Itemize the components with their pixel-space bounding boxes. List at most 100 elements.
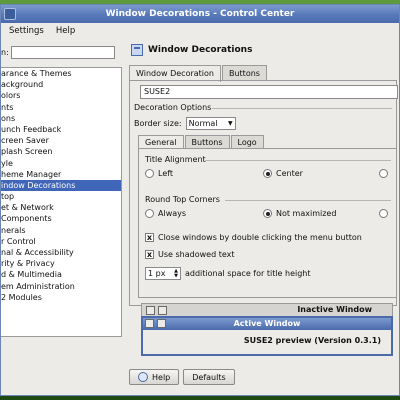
module-item[interactable]: heme Manager bbox=[1, 169, 121, 180]
chevron-down-icon: ▼ bbox=[227, 120, 233, 127]
general-panel: Title Alignment Left Center Round Top Co… bbox=[138, 148, 396, 298]
help-icon bbox=[138, 372, 148, 382]
defaults-button[interactable]: Defaults bbox=[183, 369, 235, 385]
align-left-label: Left bbox=[158, 169, 174, 178]
menubar: Settings Help bbox=[1, 23, 399, 39]
module-item[interactable]: unch Feedback bbox=[1, 124, 121, 135]
module-item[interactable]: rity & Privacy bbox=[1, 258, 121, 269]
subtab-general[interactable]: General bbox=[138, 135, 184, 149]
subtab-buttons[interactable]: Buttons bbox=[184, 135, 230, 149]
menu-help[interactable]: Help bbox=[56, 26, 75, 36]
window-titlebar[interactable]: Window Decorations - Control Center bbox=[1, 5, 399, 23]
module-item[interactable]: nal & Accessibility bbox=[1, 247, 121, 258]
preview-version-text: SUSE2 preview (Version 0.3.1) bbox=[243, 336, 381, 345]
module-title: Window Decorations bbox=[148, 45, 253, 55]
radio-right[interactable] bbox=[379, 169, 388, 178]
module-item[interactable]: plash Screen bbox=[1, 146, 121, 157]
menu-button-icon bbox=[146, 306, 155, 315]
module-item[interactable]: d & Multimedia bbox=[1, 269, 121, 280]
radio-center[interactable] bbox=[263, 169, 272, 178]
tab-panel: SUSE2 Decoration Options Border size: No… bbox=[129, 80, 398, 306]
divider bbox=[225, 200, 391, 201]
border-size-label: Border size: bbox=[134, 119, 182, 128]
corners-not-maximized-option[interactable]: Not maximized bbox=[263, 209, 336, 218]
menu-button-icon bbox=[145, 319, 154, 328]
module-item[interactable]: ackground bbox=[1, 79, 121, 90]
decoration-preview: Inactive Window Active Window SUSE2 prev… bbox=[141, 303, 393, 361]
window-title: Window Decorations - Control Center bbox=[105, 9, 295, 19]
radio-left[interactable] bbox=[145, 169, 154, 178]
close-double-click-row[interactable]: x Close windows by double clicking the m… bbox=[145, 233, 362, 242]
menu-settings[interactable]: Settings bbox=[9, 26, 44, 36]
spin-arrows-icon[interactable]: ▲ ▼ bbox=[174, 268, 178, 279]
minimize-button-icon bbox=[157, 319, 166, 328]
decoration-select[interactable]: SUSE2 bbox=[140, 85, 398, 99]
border-size-value: Normal bbox=[188, 119, 218, 128]
module-item-selected[interactable]: indow Decorations bbox=[1, 179, 121, 192]
divider bbox=[212, 108, 392, 109]
align-center-option[interactable]: Center bbox=[263, 169, 303, 178]
corners-never-option[interactable] bbox=[379, 209, 392, 218]
active-window-title: Active Window bbox=[233, 319, 301, 328]
title-space-spinbox[interactable]: 1 px ▲ ▼ bbox=[145, 267, 181, 280]
module-item[interactable]: et & Network bbox=[1, 202, 121, 213]
search-input[interactable] bbox=[11, 45, 115, 59]
search-label: n: bbox=[1, 47, 9, 57]
control-center-window: Window Decorations - Control Center Sett… bbox=[0, 4, 400, 396]
module-content: Window Decorations Window Decoration But… bbox=[125, 41, 399, 397]
module-item[interactable]: arance & Themes bbox=[1, 68, 121, 79]
radio-not-maximized[interactable] bbox=[263, 209, 272, 218]
corners-always-label: Always bbox=[158, 209, 187, 218]
shadowed-text-label: Use shadowed text bbox=[158, 250, 235, 259]
inactive-window-preview: Inactive Window bbox=[141, 303, 393, 317]
module-item[interactable]: em Administration bbox=[1, 281, 121, 292]
app-icon bbox=[4, 8, 16, 20]
minimize-button-icon bbox=[158, 306, 167, 315]
search-row: n: bbox=[1, 45, 122, 59]
corners-not-maximized-label: Not maximized bbox=[276, 209, 337, 218]
active-window-preview: Active Window SUSE2 preview (Version 0.3… bbox=[141, 316, 393, 356]
module-header: Window Decorations bbox=[131, 43, 252, 57]
close-double-click-label: Close windows by double clicking the men… bbox=[158, 233, 362, 242]
align-right-option[interactable] bbox=[379, 169, 392, 178]
shadowed-text-row[interactable]: x Use shadowed text bbox=[145, 250, 234, 259]
inactive-window-title: Inactive Window bbox=[297, 305, 372, 314]
divider bbox=[205, 160, 391, 161]
module-item[interactable]: ons bbox=[1, 113, 121, 124]
help-button-label: Help bbox=[152, 372, 171, 382]
window-decorations-icon bbox=[131, 44, 143, 56]
corners-always-option[interactable]: Always bbox=[145, 209, 186, 218]
module-list: arance & Themes ackground olors nts ons … bbox=[1, 67, 122, 337]
module-item[interactable]: r Control bbox=[1, 236, 121, 247]
module-item[interactable]: Components bbox=[1, 213, 121, 224]
border-size-select[interactable]: Normal ▼ bbox=[185, 117, 236, 130]
border-size-row: Border size: Normal ▼ bbox=[134, 117, 236, 130]
title-alignment-title: Title Alignment bbox=[145, 155, 206, 164]
radio-always[interactable] bbox=[145, 209, 154, 218]
module-item[interactable]: 2 Modules bbox=[1, 292, 121, 303]
decoration-options-title: Decoration Options bbox=[134, 103, 212, 112]
title-space-row: 1 px ▲ ▼ additional space for title heigh… bbox=[145, 267, 311, 280]
align-center-label: Center bbox=[276, 169, 303, 178]
shadowed-text-checkbox[interactable]: x bbox=[145, 250, 154, 259]
title-space-label: additional space for title height bbox=[185, 269, 311, 278]
tab-buttons[interactable]: Buttons bbox=[221, 65, 267, 81]
module-item[interactable]: nts bbox=[1, 102, 121, 113]
round-corners-title: Round Top Corners bbox=[145, 195, 220, 204]
module-item[interactable]: creen Saver bbox=[1, 135, 121, 146]
close-double-click-checkbox[interactable]: x bbox=[145, 233, 154, 242]
bottom-buttons: Help Defaults bbox=[129, 369, 235, 385]
module-navigation: n: arance & Themes ackground olors nts o… bbox=[1, 41, 122, 400]
align-left-option[interactable]: Left bbox=[145, 169, 173, 178]
sub-tabs: General Buttons Logo bbox=[138, 135, 265, 149]
main-tabs: Window Decoration Buttons bbox=[129, 65, 268, 82]
active-window-titlebar: Active Window bbox=[143, 318, 391, 330]
help-button[interactable]: Help bbox=[129, 369, 180, 385]
subtab-logo[interactable]: Logo bbox=[230, 135, 264, 149]
module-item[interactable]: nerals bbox=[1, 225, 121, 236]
title-space-value: 1 px bbox=[148, 269, 166, 278]
module-item[interactable]: top bbox=[1, 191, 121, 202]
module-item[interactable]: yle bbox=[1, 158, 121, 169]
module-item[interactable]: olors bbox=[1, 90, 121, 101]
radio-never[interactable] bbox=[379, 209, 388, 218]
